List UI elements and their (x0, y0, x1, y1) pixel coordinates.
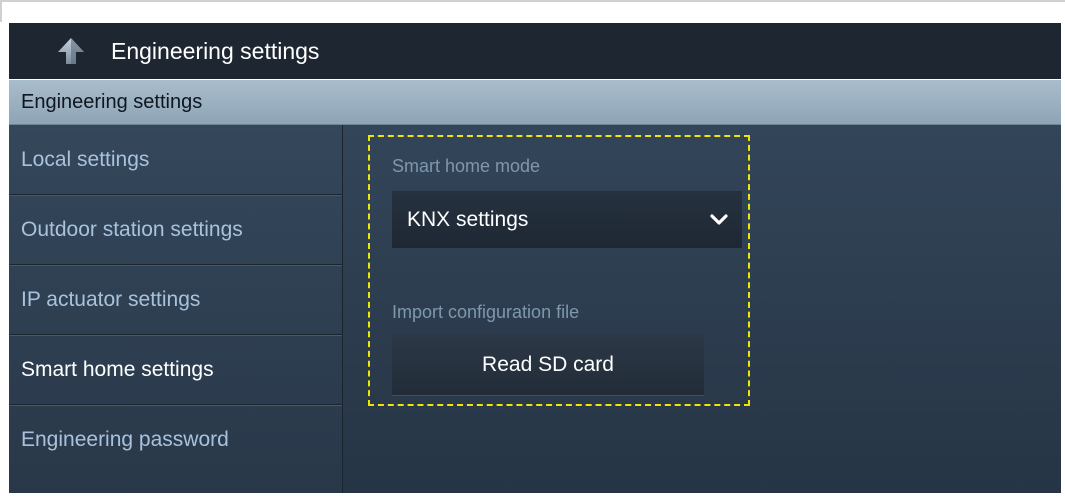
sidebar-item-label: Local settings (21, 147, 150, 171)
sidebar-item-outdoor-station-settings[interactable]: Outdoor station settings (9, 195, 342, 265)
section-title: Engineering settings (21, 90, 203, 113)
sidebar-item-local-settings[interactable]: Local settings (9, 125, 342, 195)
smart-home-mode-value: KNX settings (407, 207, 529, 231)
title-bar: Engineering settings (9, 23, 1061, 79)
content-area: Local settings Outdoor station settings … (9, 125, 1061, 493)
sidebar-item-smart-home-settings[interactable]: Smart home settings (9, 335, 342, 405)
chevron-down-icon (710, 213, 728, 227)
sidebar: Local settings Outdoor station settings … (9, 125, 343, 493)
sidebar-item-engineering-password[interactable]: Engineering password (9, 405, 342, 475)
read-sd-card-button[interactable]: Read SD card (392, 334, 704, 396)
sidebar-item-ip-actuator-settings[interactable]: IP actuator settings (9, 265, 342, 335)
screenshot-border (0, 0, 1065, 22)
sidebar-item-label: Engineering password (21, 428, 229, 451)
import-config-label: Import configuration file (392, 302, 580, 322)
arrow-up-icon[interactable] (53, 33, 89, 69)
section-header: Engineering settings (9, 80, 1061, 125)
sidebar-item-label: Smart home settings (21, 357, 214, 381)
page-title: Engineering settings (111, 37, 320, 64)
sidebar-item-label: IP actuator settings (21, 287, 201, 311)
sidebar-item-label: Outdoor station settings (21, 217, 243, 241)
smart-home-mode-label: Smart home mode (392, 156, 541, 176)
smart-home-mode-select[interactable]: KNX settings (392, 191, 742, 248)
